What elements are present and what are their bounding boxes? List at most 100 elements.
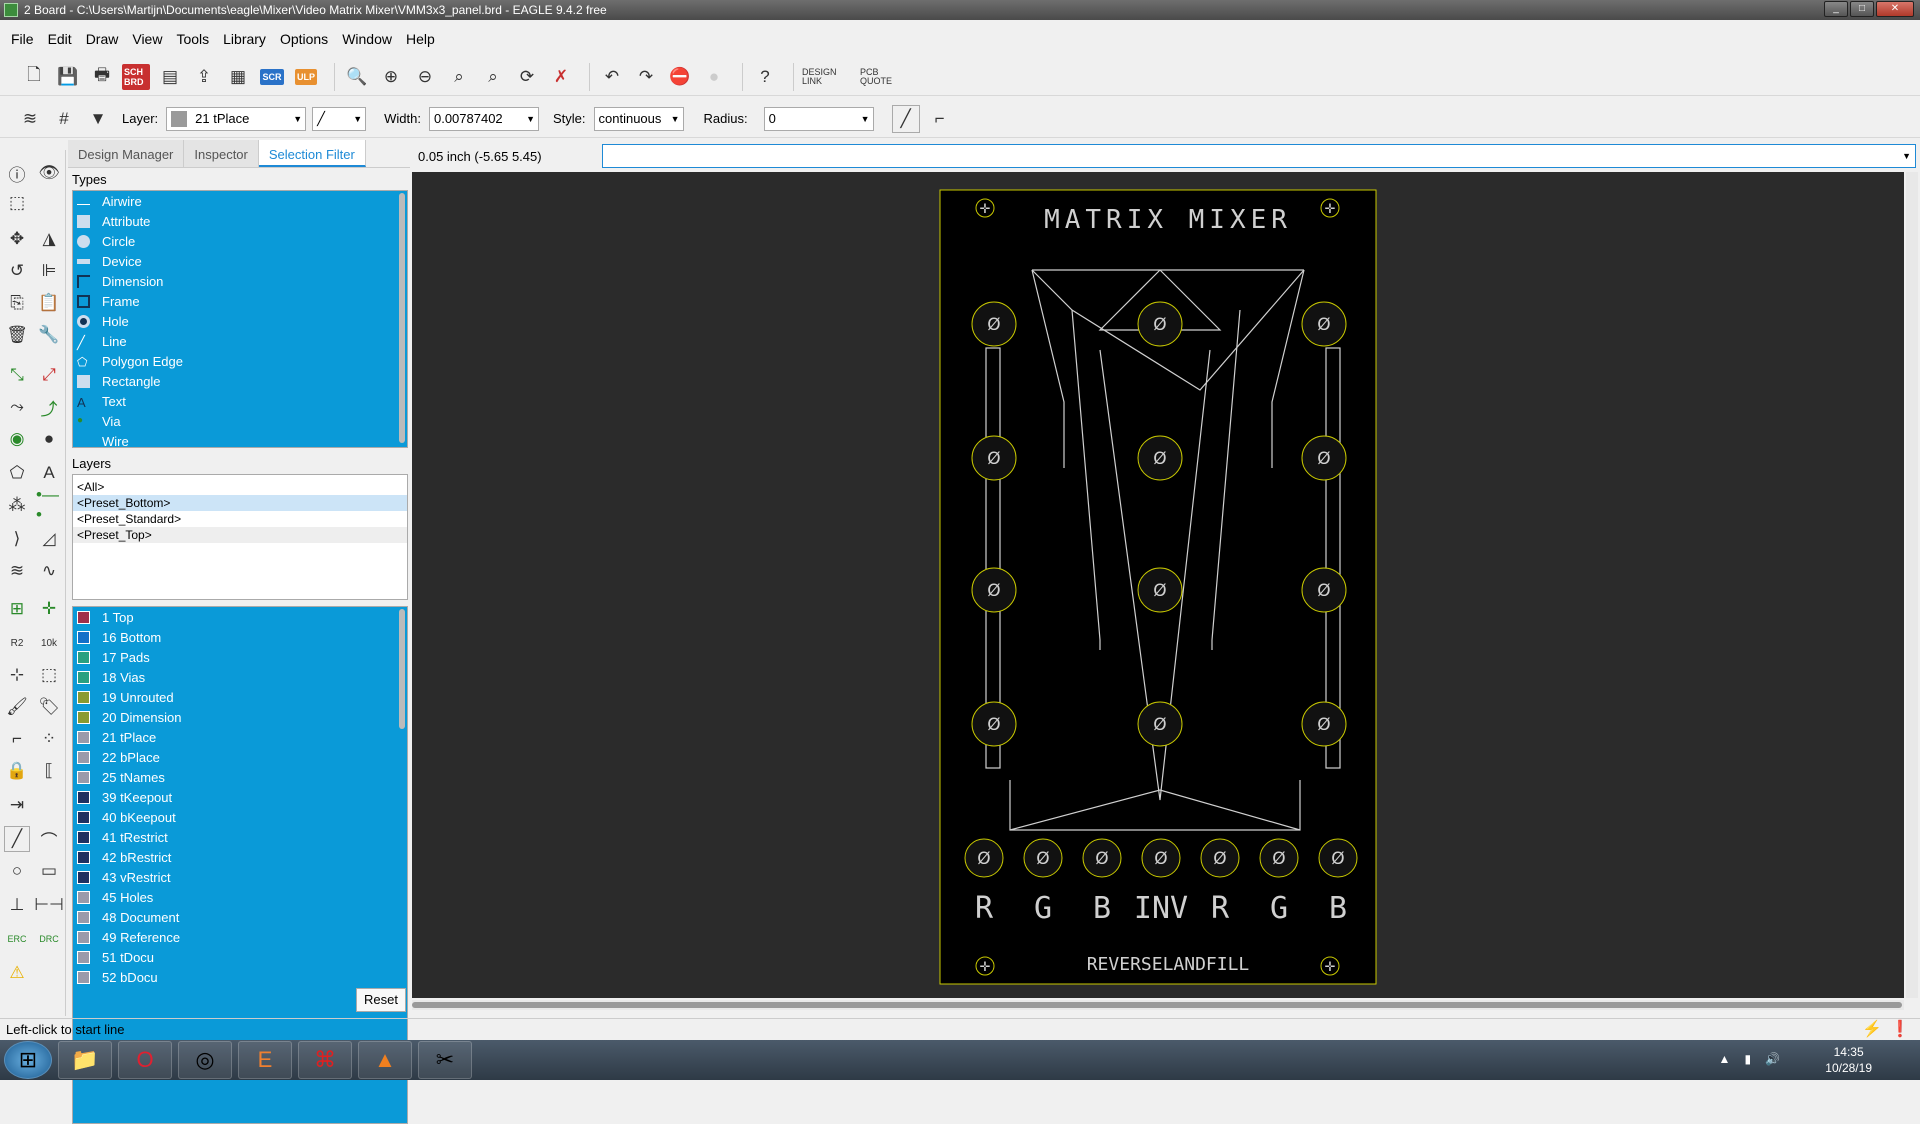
arc-line-mode-icon[interactable]: ⌐ — [926, 105, 954, 133]
value-icon[interactable]: 10k — [36, 630, 62, 656]
list-item[interactable]: 17 Pads — [73, 647, 407, 667]
menu-tools[interactable]: Tools — [169, 31, 216, 47]
rotate-icon[interactable]: ↺ — [4, 258, 30, 284]
menu-file[interactable]: File — [4, 31, 41, 47]
pcb-quote-button[interactable]: PCB QUOTE — [860, 63, 912, 91]
paste-icon[interactable]: 📋 — [36, 290, 62, 316]
minimize-button[interactable]: _ — [1824, 1, 1848, 17]
meander-icon[interactable]: ≋ — [4, 558, 30, 584]
list-item[interactable]: Wire — [73, 431, 407, 448]
new-file-icon[interactable]: 🗋 — [20, 63, 48, 91]
layer-presets-list[interactable]: <All> <Preset_Bottom> <Preset_Standard> … — [72, 474, 408, 600]
grid-icon[interactable]: # — [50, 105, 78, 133]
cam-icon[interactable]: ▤ — [156, 63, 184, 91]
show-icon[interactable]: 👁 — [36, 160, 62, 186]
redo-icon[interactable]: ↷ — [632, 63, 660, 91]
list-item[interactable]: 21 tPlace — [73, 727, 407, 747]
save-icon[interactable]: 💾 — [54, 63, 82, 91]
warning-icon[interactable]: ⚠ — [4, 960, 30, 986]
eagle-icon[interactable]: E — [238, 1041, 292, 1079]
list-item[interactable]: ╱ Line — [73, 331, 407, 351]
bracket-icon[interactable]: ⟦ — [36, 758, 62, 784]
delete-icon[interactable]: 🗑 — [4, 322, 30, 348]
menu-library[interactable]: Library — [216, 31, 273, 47]
gap-icon[interactable]: ⇥ — [4, 792, 30, 818]
mark-icon[interactable]: ⊥ — [4, 892, 30, 918]
radius-select[interactable]: 0 ▼ — [763, 106, 874, 131]
list-item[interactable]: 25 tNames — [73, 767, 407, 787]
arc-tool-icon[interactable]: ⌒ — [36, 826, 62, 852]
types-list[interactable]: Airwire Attribute Circle Device Dimensio… — [72, 190, 408, 448]
list-item[interactable]: 45 Holes — [73, 887, 407, 907]
opera-icon[interactable]: O — [118, 1041, 172, 1079]
list-item[interactable]: 51 tDocu — [73, 947, 407, 967]
polygon-icon[interactable]: ⬠ — [4, 460, 30, 486]
reset-button[interactable]: Reset — [356, 988, 406, 1012]
types-scrollbar[interactable] — [399, 193, 405, 443]
paint-icon[interactable]: ⌐ — [4, 726, 30, 752]
zoom-in-icon[interactable]: ⊕ — [377, 63, 405, 91]
ulp-button[interactable]: ULP — [292, 63, 320, 91]
ratsnest-icon[interactable]: ✗ — [547, 63, 575, 91]
clock[interactable]: 14:35 10/28/19 — [1825, 1044, 1872, 1076]
list-item[interactable]: 18 Vias — [73, 667, 407, 687]
circle-tool-icon[interactable]: ○ — [4, 858, 30, 884]
slice-icon[interactable]: ⤴ — [36, 394, 62, 420]
layers-scrollbar[interactable] — [399, 609, 405, 729]
stop-icon[interactable]: ⛔ — [666, 63, 694, 91]
filter-icon[interactable]: ▼ — [84, 105, 112, 133]
redraw-icon[interactable]: ⟳ — [513, 63, 541, 91]
group-icon[interactable]: ⬚ — [36, 662, 62, 688]
list-item[interactable]: Attribute — [73, 211, 407, 231]
add-part-icon[interactable]: ⊞ — [4, 596, 30, 622]
chevron-down-icon[interactable]: ▼ — [1902, 151, 1911, 161]
text-icon[interactable]: A — [36, 460, 62, 486]
name-icon[interactable]: R2 — [4, 630, 30, 656]
horizontal-scroll-thumb[interactable] — [412, 1002, 1902, 1008]
move-icon[interactable]: ✥ — [4, 226, 30, 252]
brush-icon[interactable]: 🖌 — [4, 694, 30, 720]
screenshot-tool-icon[interactable]: ✂ — [418, 1041, 472, 1079]
list-item[interactable]: Dimension — [73, 271, 407, 291]
via-icon[interactable]: ◉ — [4, 426, 30, 452]
menu-help[interactable]: Help — [399, 31, 442, 47]
list-item[interactable]: 41 tRestrict — [73, 827, 407, 847]
list-item[interactable]: A Text — [73, 391, 407, 411]
list-item[interactable]: 22 bPlace — [73, 747, 407, 767]
miter-icon[interactable]: ⟩ — [4, 526, 30, 552]
drc-icon[interactable]: DRC — [36, 926, 62, 952]
script-button[interactable]: SCR — [258, 63, 286, 91]
volume-icon[interactable]: 🔊 — [1765, 1052, 1780, 1066]
lock-icon[interactable]: 🔒 — [4, 758, 30, 784]
explorer-icon[interactable]: 📁 — [58, 1041, 112, 1079]
list-item[interactable]: Rectangle — [73, 371, 407, 391]
optimize-icon[interactable]: ⤳ — [4, 394, 30, 420]
split-icon[interactable]: ◿ — [36, 526, 62, 552]
maximize-button[interactable]: □ — [1850, 1, 1874, 17]
board-canvas[interactable]: ✛ ✛ ✛ ✛ MATRIX MIXER Ø Ø Ø Ø Ø Ø Ø Ø Ø Ø Ø Ø Ø Ø Ø Ø Ø Ø Ø R G… — [412, 172, 1904, 998]
list-item[interactable]: ● Via — [73, 411, 407, 431]
layer-select[interactable]: 21 tPlace ▼ — [166, 106, 307, 131]
change-icon[interactable]: 🔧 — [36, 322, 62, 348]
tab-selection-filter[interactable]: Selection Filter — [258, 140, 366, 167]
library-icon[interactable]: ▦ — [224, 63, 252, 91]
width-select[interactable]: 0.00787402 ▼ — [428, 106, 539, 131]
export-icon[interactable]: ⇪ — [190, 63, 218, 91]
dimension-icon[interactable]: ⊢⊣ — [34, 892, 64, 918]
list-item[interactable]: 40 bKeepout — [73, 807, 407, 827]
menu-draw[interactable]: Draw — [79, 31, 126, 47]
list-item[interactable]: <Preset_Top> — [73, 527, 407, 543]
print-icon[interactable]: 🖶 — [88, 63, 116, 91]
straight-line-mode-icon[interactable]: ╱ — [891, 104, 920, 133]
route-icon[interactable]: ⤡ — [4, 362, 30, 388]
style-select[interactable]: continuous ▼ — [593, 106, 684, 131]
menu-options[interactable]: Options — [273, 31, 335, 47]
list-item[interactable]: Airwire — [73, 191, 407, 211]
list-item[interactable]: Hole — [73, 311, 407, 331]
start-button[interactable]: ⊞ — [4, 1041, 52, 1079]
align-icon[interactable]: ⊫ — [36, 258, 62, 284]
sch-brd-switch-button[interactable]: SCH BRD — [122, 63, 150, 91]
list-item[interactable]: ⬠ Polygon Edge — [73, 351, 407, 371]
list-item[interactable]: 20 Dimension — [73, 707, 407, 727]
menu-window[interactable]: Window — [335, 31, 399, 47]
